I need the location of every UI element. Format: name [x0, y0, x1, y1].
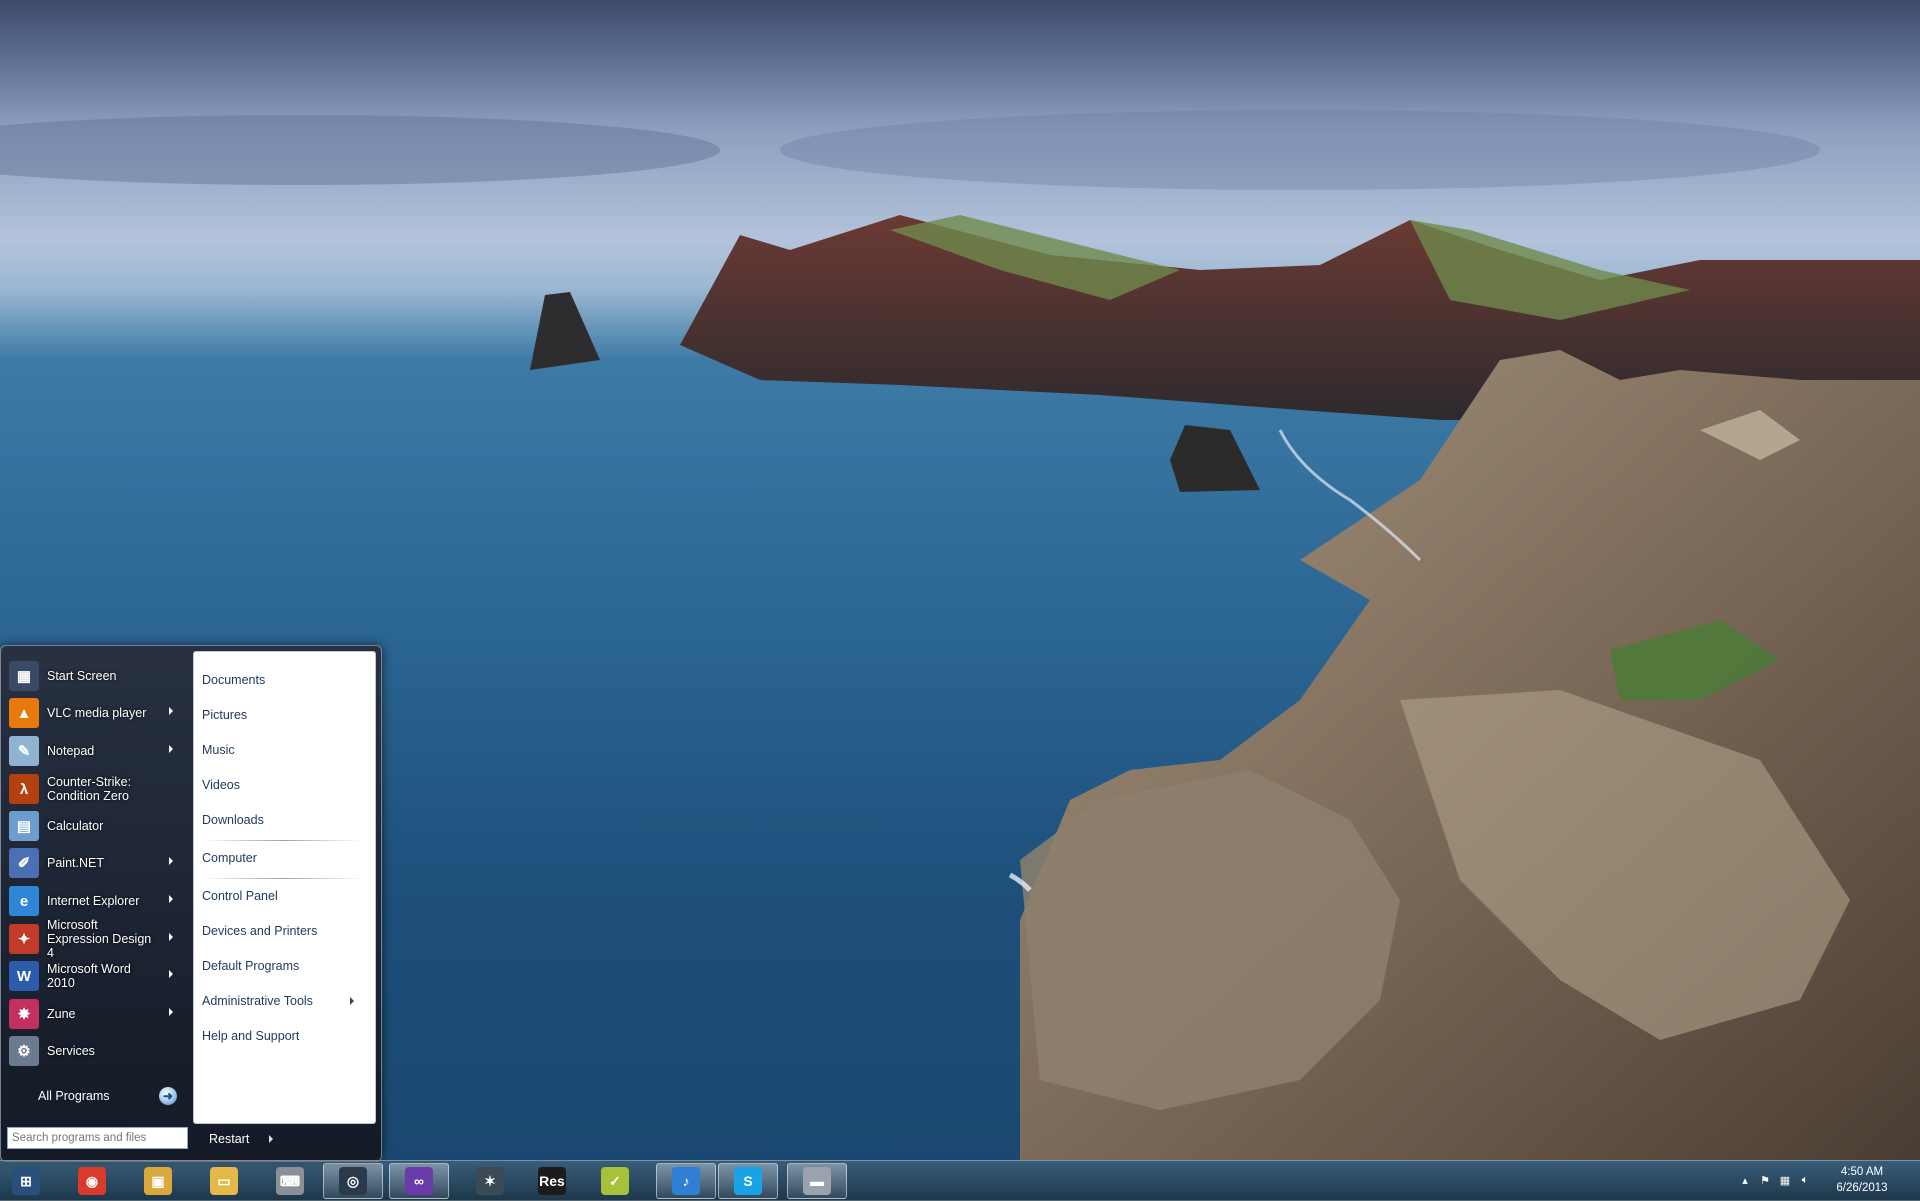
start-menu-item-label: Notepad: [47, 744, 95, 758]
start-menu-item-label: VLC media player: [47, 706, 147, 720]
calculator-icon: ▤: [9, 811, 39, 841]
start-menu-item-word[interactable]: W Microsoft Word 2010: [5, 958, 187, 994]
all-programs-label: All Programs: [38, 1089, 110, 1103]
taskbar: ⊞ ◉ ▣ ▭ ⌨ ◎ ∞ ✶ Res ✓ ♪ S ▬ ▴ ⚑ ▦ 🔈︎ 4:50 AM 6/26/20…: [0, 1160, 1920, 1201]
place-music[interactable]: Music: [202, 743, 362, 757]
clock-date: 6/26/2013: [1836, 1182, 1888, 1194]
paint-net-icon: ✐: [9, 848, 39, 878]
programs-list: ▦ Start Screen ▲ VLC media player ✎ Notepad λ C…: [5, 658, 187, 1118]
restart-button[interactable]: Restart: [195, 1127, 277, 1151]
start-menu-item-label: Start Screen: [47, 669, 117, 683]
places-pane: Documents Pictures Music Videos Downloads Com…: [193, 651, 376, 1124]
submenu-arrow-icon[interactable]: [169, 1008, 173, 1016]
start-menu-item-label: Microsoft Word 2010: [47, 962, 131, 990]
clock-time: 4:50 AM: [1840, 1166, 1884, 1178]
all-programs-button[interactable]: All Programs ➜: [5, 1083, 187, 1109]
start-menu-item-internet-explorer[interactable]: e Internet Explorer: [5, 883, 187, 919]
start-menu-item-label: Services: [47, 1044, 95, 1058]
taskbar-task-notes-button[interactable]: ✓: [585, 1163, 645, 1199]
zune-icon: ✸: [9, 999, 39, 1029]
taskbar-visual-studio-button[interactable]: ∞: [389, 1163, 449, 1199]
skype-icon: S: [734, 1167, 762, 1195]
remote-desktop-icon: ▬: [803, 1167, 831, 1195]
taskbar-chrome-button[interactable]: ◉: [62, 1163, 122, 1199]
taskbar-steam-button[interactable]: ◎: [323, 1163, 383, 1199]
action-center-flag-icon[interactable]: ⚑: [1758, 1174, 1772, 1188]
steam-icon: ◎: [339, 1167, 367, 1195]
start-screen-icon: ▦: [9, 661, 39, 691]
start-menu-item-paint-net[interactable]: ✐ Paint.NET: [5, 845, 187, 881]
start-menu-item-start-screen[interactable]: ▦ Start Screen: [5, 658, 187, 694]
word-icon: W: [9, 961, 39, 991]
chrome-icon: ◉: [78, 1167, 106, 1195]
start-menu-item-label: Paint.NET: [47, 856, 104, 870]
place-pictures[interactable]: Pictures: [202, 708, 362, 722]
submenu-arrow-icon[interactable]: [350, 997, 354, 1005]
vlc-icon: ▲: [9, 698, 39, 728]
show-hidden-icons-icon[interactable]: ▴: [1738, 1174, 1752, 1188]
start-menu-item-zune[interactable]: ✸ Zune: [5, 996, 187, 1032]
folder-icon: ▭: [210, 1167, 238, 1195]
taskbar-explorer-library-button[interactable]: ▣: [128, 1163, 188, 1199]
resmon-icon: Res: [538, 1167, 566, 1195]
start-menu-item-expression-design[interactable]: ✦ Microsoft Expression Design 4: [5, 918, 187, 960]
expression-design-icon: ✦: [9, 924, 39, 954]
start-menu: ▦ Start Screen ▲ VLC media player ✎ Notepad λ C…: [0, 645, 382, 1162]
network-icon[interactable]: ▦: [1778, 1174, 1792, 1188]
itunes-icon: ♪: [672, 1167, 700, 1195]
place-help-and-support[interactable]: Help and Support: [202, 1029, 362, 1043]
start-menu-item-label: Zune: [47, 1007, 76, 1021]
windows-logo-icon: ⊞: [12, 1167, 40, 1195]
start-menu-item-label: Microsoft Expression Design 4: [47, 918, 152, 960]
taskbar-remote-app-button[interactable]: ⌨: [260, 1163, 320, 1199]
submenu-arrow-icon[interactable]: [169, 745, 173, 753]
start-menu-item-services-gear[interactable]: ⚙ Services: [5, 1033, 187, 1069]
taskbar-windows-explorer-button[interactable]: ▭: [194, 1163, 254, 1199]
start-menu-item-notepad[interactable]: ✎ Notepad: [5, 733, 187, 769]
internet-explorer-icon: e: [9, 886, 39, 916]
place-control-panel[interactable]: Control Panel: [202, 889, 362, 903]
spider-icon: ✶: [476, 1167, 504, 1195]
visual-studio-icon: ∞: [405, 1167, 433, 1195]
submenu-arrow-icon[interactable]: [169, 857, 173, 865]
start-menu-item-vlc[interactable]: ▲ VLC media player: [5, 695, 187, 731]
places-separator: [202, 878, 364, 879]
restart-label: Restart: [209, 1132, 250, 1146]
start-menu-item-counter-strike[interactable]: λ Counter-Strike: Condition Zero: [5, 771, 187, 807]
submenu-arrow-icon[interactable]: [169, 895, 173, 903]
taskbar-remote-desktop-button[interactable]: ▬: [787, 1163, 847, 1199]
notes-icon: ✓: [601, 1167, 629, 1195]
taskbar-itunes-button[interactable]: ♪: [656, 1163, 716, 1199]
notepad-icon: ✎: [9, 736, 39, 766]
search-input[interactable]: [7, 1127, 188, 1149]
submenu-arrow-icon[interactable]: [169, 970, 173, 978]
volume-icon[interactable]: 🔈︎: [1798, 1174, 1812, 1188]
taskbar-resmon-button[interactable]: Res: [522, 1163, 582, 1199]
restart-options-arrow-icon[interactable]: [269, 1135, 273, 1143]
place-downloads[interactable]: Downloads: [202, 813, 362, 827]
taskbar-skype-button[interactable]: S: [718, 1163, 778, 1199]
clock[interactable]: 4:50 AM 6/26/2013: [1822, 1164, 1902, 1196]
library-icon: ▣: [144, 1167, 172, 1195]
place-administrative-tools[interactable]: Administrative Tools: [202, 994, 362, 1008]
start-menu-item-label: Counter-Strike: Condition Zero: [47, 775, 132, 803]
taskbar-start-orb-button[interactable]: ⊞: [0, 1163, 52, 1199]
place-videos[interactable]: Videos: [202, 778, 362, 792]
place-default-programs[interactable]: Default Programs: [202, 959, 362, 973]
place-documents[interactable]: Documents: [202, 673, 362, 687]
places-separator: [202, 840, 364, 841]
laptop-icon: ⌨: [276, 1167, 304, 1195]
submenu-arrow-icon[interactable]: [169, 707, 173, 715]
submenu-arrow-icon[interactable]: [169, 933, 173, 941]
start-menu-item-calculator[interactable]: ▤ Calculator: [5, 808, 187, 844]
taskbar-spider-app-button[interactable]: ✶: [460, 1163, 520, 1199]
place-devices-and-printers[interactable]: Devices and Printers: [202, 924, 362, 938]
start-menu-item-label: Internet Explorer: [47, 894, 140, 908]
place-computer[interactable]: Computer: [202, 851, 362, 865]
services-gear-icon: ⚙: [9, 1036, 39, 1066]
arrow-right-icon: ➜: [159, 1087, 177, 1105]
counter-strike-icon: λ: [9, 774, 39, 804]
start-menu-item-label: Calculator: [47, 819, 104, 833]
